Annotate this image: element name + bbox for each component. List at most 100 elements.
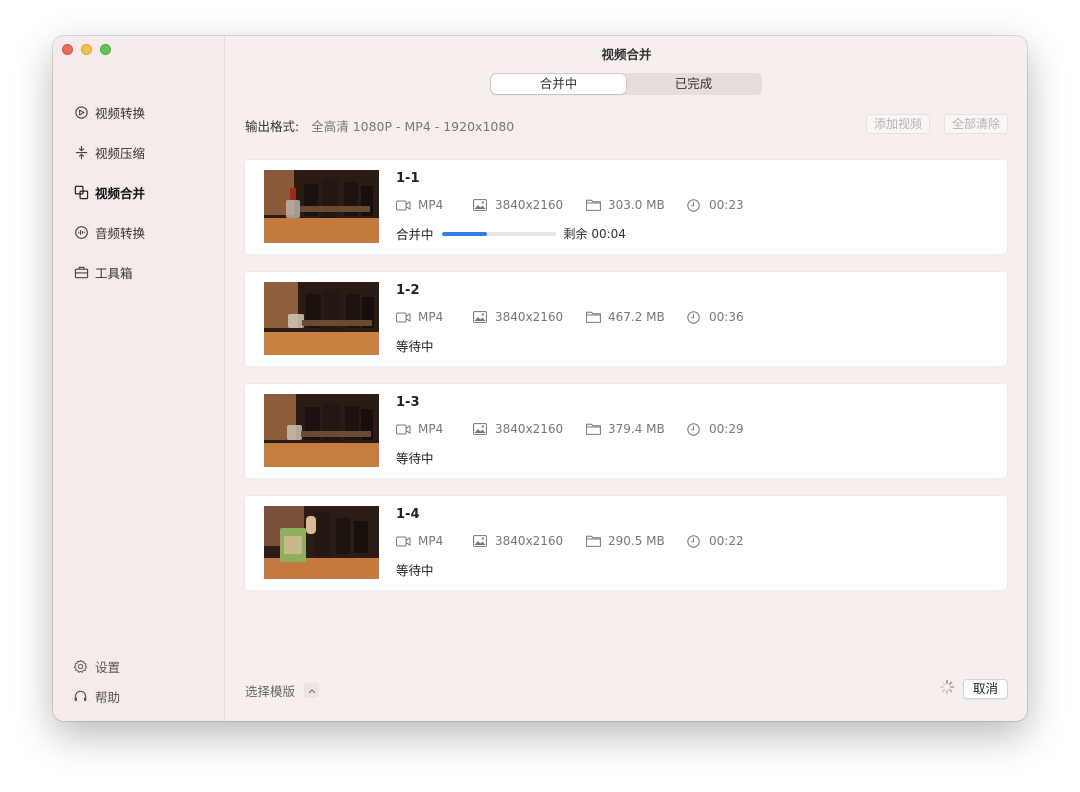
video-name: 1-1: [396, 171, 420, 186]
sidebar-bottom: 设置 帮助: [72, 651, 120, 711]
clock-icon: [687, 310, 703, 324]
output-format-label: 输出格式:: [245, 119, 300, 134]
video-resolution: 3840x2160: [495, 422, 564, 436]
status-text: 合并中: [396, 227, 434, 242]
video-camera-icon: [396, 198, 412, 212]
headset-icon: [72, 688, 88, 704]
video-thumbnail: [264, 282, 379, 355]
sidebar-item-video-compress[interactable]: 视频压缩: [73, 132, 145, 172]
folder-icon: [586, 310, 602, 324]
tab-merging[interactable]: 合并中: [491, 74, 626, 94]
merge-progress-bar: [441, 231, 556, 236]
video-resolution: 3840x2160: [495, 310, 564, 324]
zoom-window-button[interactable]: [100, 44, 111, 55]
video-thumbnail: [264, 170, 379, 243]
video-size: 467.2 MB: [608, 310, 665, 324]
video-resolution: 3840x2160: [495, 534, 564, 548]
folder-icon: [586, 198, 602, 212]
merge-status: 合并中 剩余 00:04: [396, 224, 626, 243]
video-meta: MP4 3840x2160 303.0 MB 00:23: [396, 198, 744, 212]
video-item[interactable]: 1-4 MP4 3840x2160 290.5 MB 00:22 等待中: [245, 496, 1007, 590]
toolbox-icon: [73, 264, 89, 280]
status-text: 等待中: [396, 563, 434, 578]
sidebar-item-label: 视频压缩: [95, 145, 146, 161]
chevron-up-icon[interactable]: [304, 683, 320, 698]
status-tabs: 合并中 已完成: [490, 73, 762, 95]
output-format-value[interactable]: 全高清 1080P - MP4 - 1920x1080: [311, 116, 514, 135]
main-panel: 视频合并 合并中 已完成 输出格式: 全高清 1080P - MP4 - 192…: [226, 36, 1027, 721]
cancel-button[interactable]: 取消: [962, 679, 1008, 699]
video-size: 290.5 MB: [608, 534, 665, 548]
merge-icon: [73, 184, 89, 200]
video-format: MP4: [418, 534, 444, 548]
video-list: 1-1 MP4 3840x2160 303.0 MB 00:23 合并中 剩余 …: [245, 160, 1007, 608]
sidebar-item-label: 工具箱: [95, 265, 133, 281]
audio-icon: [73, 224, 89, 240]
app-window: 视频转换 视频压缩 视频合并 音频转换 工具箱 设置 帮助 视频合并 合并中 已…: [53, 36, 1027, 721]
sidebar-item-toolbox[interactable]: 工具箱: [73, 252, 145, 292]
close-window-button[interactable]: [62, 44, 73, 55]
video-name: 1-2: [396, 283, 420, 298]
help-label: 帮助: [95, 689, 121, 705]
video-thumbnail: [264, 394, 379, 467]
image-icon: [473, 534, 489, 548]
sidebar-item-audio-convert[interactable]: 音频转换: [73, 212, 145, 252]
list-actions: 添加视频 全部清除: [865, 114, 1008, 134]
minimize-window-button[interactable]: [81, 44, 92, 55]
output-format: 输出格式: 全高清 1080P - MP4 - 1920x1080: [245, 116, 514, 135]
image-icon: [473, 422, 489, 436]
image-icon: [473, 198, 489, 212]
image-icon: [473, 310, 489, 324]
video-duration: 00:23: [709, 198, 744, 212]
window-controls: [62, 44, 111, 55]
video-meta: MP4 3840x2160 467.2 MB 00:36: [396, 310, 744, 324]
video-camera-icon: [396, 422, 412, 436]
window-title: 视频合并: [601, 47, 652, 62]
video-name: 1-3: [396, 395, 420, 410]
video-duration: 00:36: [709, 310, 744, 324]
merge-status: 等待中: [396, 560, 434, 579]
progress-fill: [441, 231, 488, 236]
sidebar-item-video-convert[interactable]: 视频转换: [73, 92, 145, 132]
merge-status: 等待中: [396, 336, 434, 355]
video-thumbnail: [264, 506, 379, 579]
video-duration: 00:29: [709, 422, 744, 436]
merge-status: 等待中: [396, 448, 434, 467]
folder-icon: [586, 422, 602, 436]
clock-icon: [687, 198, 703, 212]
template-selector[interactable]: 选择模版: [245, 681, 320, 700]
add-video-button[interactable]: 添加视频: [865, 114, 930, 134]
help-button[interactable]: 帮助: [72, 681, 120, 711]
clock-icon: [687, 422, 703, 436]
settings-button[interactable]: 设置: [72, 651, 120, 681]
clock-icon: [687, 534, 703, 548]
sidebar-item-label: 视频转换: [95, 105, 146, 121]
video-duration: 00:22: [709, 534, 744, 548]
status-text: 等待中: [396, 339, 434, 354]
footer-actions: 取消: [939, 679, 1008, 699]
template-label: 选择模版: [245, 684, 296, 699]
video-camera-icon: [396, 310, 412, 324]
compress-icon: [73, 144, 89, 160]
sidebar: 视频转换 视频压缩 视频合并 音频转换 工具箱 设置 帮助: [53, 36, 225, 721]
video-format: MP4: [418, 310, 444, 324]
folder-icon: [586, 534, 602, 548]
video-meta: MP4 3840x2160 379.4 MB 00:29: [396, 422, 744, 436]
video-size: 379.4 MB: [608, 422, 665, 436]
video-resolution: 3840x2160: [495, 198, 564, 212]
settings-label: 设置: [95, 659, 121, 675]
tab-completed[interactable]: 已完成: [626, 74, 761, 94]
convert-icon: [73, 104, 89, 120]
sidebar-nav: 视频转换 视频压缩 视频合并 音频转换 工具箱: [73, 92, 145, 292]
video-meta: MP4 3840x2160 290.5 MB 00:22: [396, 534, 744, 548]
sidebar-item-label: 视频合并: [95, 185, 146, 201]
video-item[interactable]: 1-1 MP4 3840x2160 303.0 MB 00:23 合并中 剩余 …: [245, 160, 1007, 254]
clear-all-button[interactable]: 全部清除: [943, 114, 1008, 134]
sidebar-item-video-merge[interactable]: 视频合并: [73, 172, 145, 212]
video-item[interactable]: 1-2 MP4 3840x2160 467.2 MB 00:36 等待中: [245, 272, 1007, 366]
remaining-time: 剩余 00:04: [563, 227, 626, 241]
video-size: 303.0 MB: [608, 198, 665, 212]
spinner-icon: [939, 679, 955, 699]
video-item[interactable]: 1-3 MP4 3840x2160 379.4 MB 00:29 等待中: [245, 384, 1007, 478]
gear-icon: [72, 658, 88, 674]
